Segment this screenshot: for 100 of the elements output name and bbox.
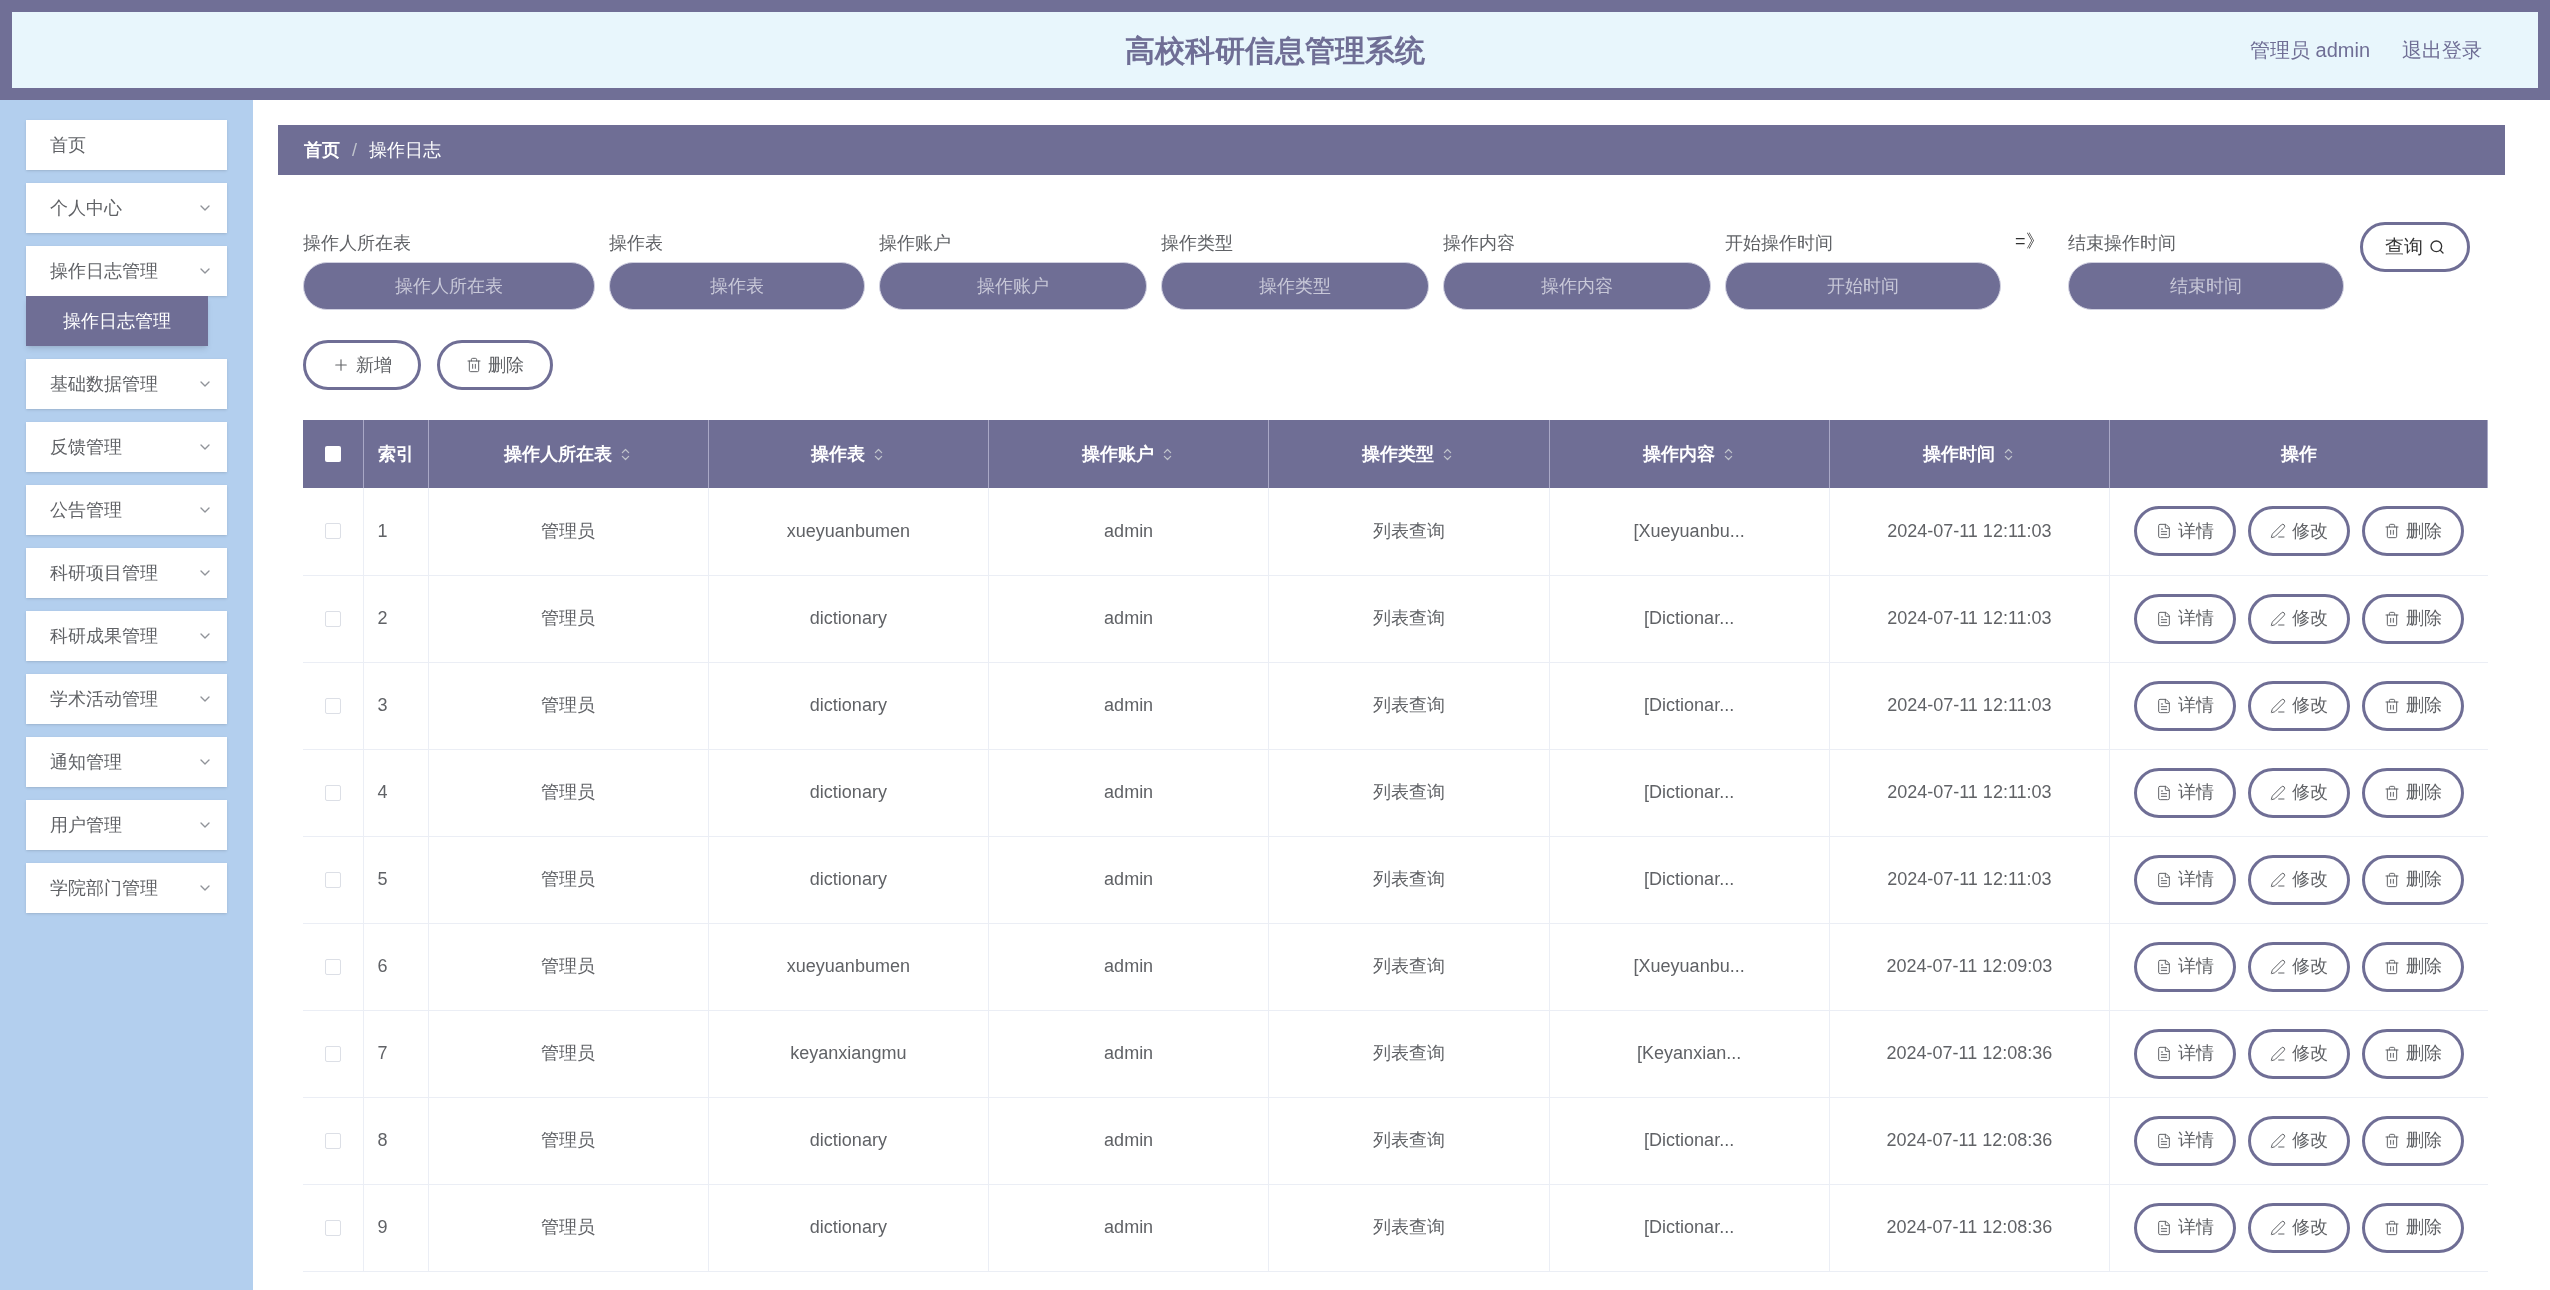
- details-button[interactable]: 详情: [2133, 854, 2236, 905]
- document-icon: [2155, 523, 2172, 540]
- document-icon: [2155, 784, 2172, 801]
- sidebar-item[interactable]: 科研项目管理: [26, 548, 227, 598]
- delete-button[interactable]: 删除: [2361, 1028, 2464, 1079]
- table-cell: 3: [377, 695, 388, 715]
- filter-field[interactable]: 操作表: [609, 262, 865, 310]
- table-cell: 1: [377, 520, 388, 541]
- row-checkbox[interactable]: [324, 871, 341, 888]
- table-cell: [Dictionar...: [1644, 1130, 1735, 1150]
- sidebar-item[interactable]: 基础数据管理: [26, 359, 227, 409]
- row-checkbox[interactable]: [324, 958, 341, 975]
- delete-button[interactable]: 删除: [2361, 767, 2464, 818]
- trash-icon: [2383, 1219, 2400, 1236]
- details-button[interactable]: 详情: [2133, 767, 2236, 818]
- details-button[interactable]: 详情: [2133, 593, 2236, 644]
- table-cell: 管理员: [541, 608, 596, 628]
- details-button[interactable]: 详情: [2133, 506, 2236, 557]
- column-header[interactable]: 操作表: [810, 440, 865, 468]
- row-checkbox[interactable]: [324, 1045, 341, 1062]
- breadcrumb-link[interactable]: 首页: [304, 136, 340, 164]
- pencil-icon: [2269, 523, 2286, 540]
- row-checkbox[interactable]: [324, 1219, 341, 1236]
- column-header[interactable]: 索引: [377, 440, 414, 468]
- filter-field[interactable]: 操作内容: [1443, 262, 1711, 310]
- edit-button[interactable]: 修改: [2247, 767, 2350, 818]
- sidebar-item[interactable]: 首页: [26, 120, 227, 170]
- sidebar-item[interactable]: 通知管理: [26, 737, 227, 787]
- column-header[interactable]: 操作时间: [1922, 440, 1995, 468]
- column-header[interactable]: 操作: [2280, 440, 2317, 468]
- table-cell: 2024-07-11 12:08:36: [1886, 1130, 2053, 1150]
- table-cell: 2: [377, 608, 388, 628]
- edit-button[interactable]: 修改: [2247, 854, 2350, 905]
- trash-icon: [466, 357, 482, 373]
- logout-link[interactable]: 退出登录: [2402, 35, 2482, 65]
- edit-button[interactable]: 修改: [2247, 680, 2350, 731]
- sidebar-item[interactable]: 公告管理: [26, 485, 227, 535]
- pencil-icon: [2269, 958, 2286, 975]
- edit-button[interactable]: 修改: [2247, 506, 2350, 557]
- delete-button[interactable]: 删除: [2361, 1115, 2464, 1166]
- table-cell: dictionary: [809, 695, 887, 715]
- column-header[interactable]: 操作人所在表: [503, 440, 612, 468]
- select-all-checkbox[interactable]: [324, 446, 341, 462]
- sidebar-item[interactable]: 学院部门管理: [26, 863, 227, 913]
- row-checkbox[interactable]: [324, 1132, 341, 1149]
- details-button[interactable]: 详情: [2133, 1028, 2236, 1079]
- row-checkbox[interactable]: [324, 697, 341, 714]
- sidebar-item[interactable]: 个人中心: [26, 183, 227, 233]
- delete-button[interactable]: 删除: [2361, 941, 2464, 992]
- table-cell: [Keyanxian...: [1637, 1043, 1742, 1063]
- filter-field[interactable]: 开始时间: [1725, 262, 2001, 310]
- filter-field[interactable]: 操作人所在表: [303, 262, 595, 310]
- delete-button[interactable]: 删除: [2361, 680, 2464, 731]
- edit-button[interactable]: 修改: [2247, 593, 2350, 644]
- filter-field[interactable]: 操作账户: [879, 262, 1147, 310]
- breadcrumb-link[interactable]: 操作日志: [369, 136, 441, 164]
- table-cell: admin: [1104, 695, 1154, 715]
- edit-button[interactable]: 修改: [2247, 1202, 2350, 1253]
- column-header[interactable]: 操作内容: [1642, 440, 1715, 468]
- delete-button[interactable]: 删除: [2361, 593, 2464, 644]
- row-checkbox[interactable]: [324, 784, 341, 801]
- sidebar-item[interactable]: 操作日志管理: [26, 246, 227, 296]
- details-button[interactable]: 详情: [2133, 680, 2236, 731]
- edit-button[interactable]: 修改: [2247, 1115, 2350, 1166]
- row-checkbox[interactable]: [324, 523, 341, 540]
- table-cell: admin: [1104, 782, 1154, 802]
- filter-field[interactable]: 操作类型: [1161, 262, 1429, 310]
- delete-button[interactable]: 删除: [2361, 854, 2464, 905]
- table-cell: 列表查询: [1372, 695, 1445, 715]
- table-cell: 列表查询: [1372, 956, 1445, 976]
- table-cell: xueyuanbumen: [786, 520, 910, 541]
- edit-button[interactable]: 修改: [2247, 1028, 2350, 1079]
- table-cell: [Dictionar...: [1644, 1217, 1735, 1237]
- table-cell: admin: [1104, 1043, 1154, 1063]
- filter-field[interactable]: 结束时间: [2067, 262, 2344, 310]
- table-cell: 2024-07-11 12:08:36: [1886, 1217, 2053, 1237]
- column-header[interactable]: 操作账户: [1082, 440, 1155, 468]
- add-button[interactable]: 新增: [303, 340, 421, 390]
- details-button[interactable]: 详情: [2133, 941, 2236, 992]
- table-cell: xueyuanbumen: [786, 956, 910, 976]
- sidebar-item[interactable]: 用户管理: [26, 800, 227, 850]
- table-cell: 6: [377, 956, 388, 976]
- search-button[interactable]: 查询: [2359, 222, 2470, 272]
- sidebar-item[interactable]: 科研成果管理: [26, 611, 227, 661]
- row-checkbox[interactable]: [324, 610, 341, 627]
- edit-button[interactable]: 修改: [2247, 941, 2350, 992]
- sidebar-item[interactable]: 学术活动管理: [26, 674, 227, 724]
- table-cell: 4: [377, 782, 388, 802]
- table-cell: 管理员: [541, 1130, 596, 1150]
- pencil-icon: [2269, 784, 2286, 801]
- column-header[interactable]: 操作类型: [1362, 440, 1435, 468]
- delete-button[interactable]: 删除: [437, 340, 553, 390]
- details-button[interactable]: 详情: [2133, 1202, 2236, 1253]
- delete-button[interactable]: 删除: [2361, 506, 2464, 557]
- sidebar-item[interactable]: 反馈管理: [26, 422, 227, 472]
- table-cell: admin: [1104, 956, 1154, 976]
- delete-button[interactable]: 删除: [2361, 1202, 2464, 1253]
- sidebar-subitem[interactable]: 操作日志管理: [26, 296, 208, 346]
- details-button[interactable]: 详情: [2133, 1115, 2236, 1166]
- pencil-icon: [2269, 1045, 2286, 1062]
